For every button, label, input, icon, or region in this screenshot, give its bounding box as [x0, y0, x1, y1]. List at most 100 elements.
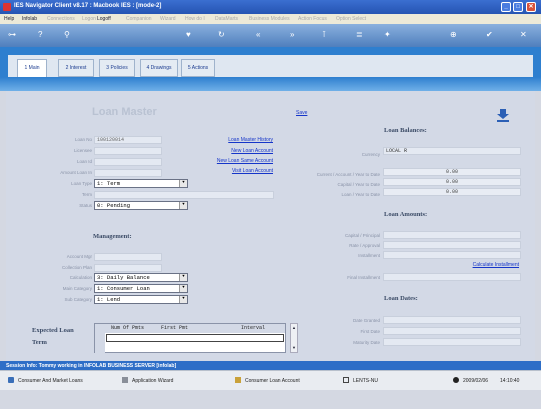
date-granted-field[interactable] [383, 316, 521, 324]
new-loan-account-link[interactable]: New Loan Account [186, 148, 273, 154]
download-icon[interactable] [496, 108, 510, 122]
loan-balances-heading: Loan Balances: [384, 127, 427, 134]
menu-item-how-do-i[interactable]: How do I [185, 16, 205, 22]
close-button[interactable]: ✕ [526, 2, 536, 12]
currency-label: Currency [361, 152, 380, 157]
tab-policies[interactable]: 3 Policies [99, 59, 135, 77]
installment-label: Installment [358, 253, 380, 258]
licensee-label: Licensee [73, 148, 92, 153]
capital-balance-value: 0.00 [383, 178, 521, 186]
status-select[interactable]: 0: Pending ▼ [94, 201, 188, 210]
main-category-label: Main Category [62, 286, 92, 291]
capital-balance-label: Capital / Year to Date [337, 182, 380, 187]
pin-icon[interactable]: ⊺ [322, 31, 326, 39]
currency-field[interactable]: LOCAL R [383, 147, 521, 155]
forward-icon[interactable]: » [290, 31, 294, 39]
amount-field[interactable] [94, 169, 162, 177]
minimize-button[interactable]: _ [501, 2, 511, 12]
collection-plan-label: Collection Plan [61, 265, 92, 270]
tab-interest[interactable]: 2 Interest [58, 59, 94, 77]
main-category-select[interactable]: 1: Consumer Loan ▼ [94, 284, 188, 293]
tools-icon[interactable]: ✦ [384, 31, 391, 39]
menu-item-wizard[interactable]: Wizard [160, 16, 176, 22]
loan-id-field[interactable] [94, 158, 162, 166]
chevron-down-icon[interactable]: ▼ [179, 274, 187, 281]
term-field[interactable] [94, 191, 274, 199]
taskbar-item-lents-nu[interactable]: LENTS-NU [353, 378, 378, 384]
row-selector[interactable] [95, 333, 105, 353]
sub-category-select[interactable]: 1: Lend ▼ [94, 295, 188, 304]
calculate-installment-link[interactable]: Calculate Installment [426, 262, 519, 268]
search-icon[interactable]: ⚲ [64, 31, 70, 39]
menu-item-logoff[interactable]: Logoff [97, 16, 111, 22]
menu-bar: Help Infolab Connections Logon Logoff Co… [0, 14, 541, 24]
check-icon[interactable]: ✔ [486, 31, 493, 39]
calculation-label: Calculation [69, 275, 92, 280]
first-date-field[interactable] [383, 327, 521, 335]
menu-item-logon[interactable]: Logon [82, 16, 96, 22]
taskbar-item-consumer-loan-account[interactable]: Consumer Loan Account [245, 378, 300, 384]
help-icon[interactable]: ? [38, 31, 42, 39]
rate-field[interactable] [383, 241, 521, 249]
header-accent-band [0, 77, 541, 91]
save-link[interactable]: Save [296, 110, 320, 116]
loan-type-label: Loan Type [71, 181, 92, 186]
new-loan-same-account-link[interactable]: New Loan Same Account [186, 158, 273, 164]
collection-plan-field[interactable] [94, 264, 162, 272]
final-installment-field[interactable] [383, 273, 521, 281]
menu-item-infolab[interactable]: Infolab [22, 16, 37, 22]
window-title-bar: IES Navigator Client v8.17 : Macbook IES… [0, 0, 541, 14]
loan-no-label: Loan No [74, 137, 92, 142]
final-installment-label: Final Installment [347, 275, 380, 280]
tab-drawings[interactable]: 4 Drawings [140, 59, 178, 77]
favorite-heart-icon[interactable]: ♥ [186, 31, 191, 39]
menu-item-connections[interactable]: Connections [47, 16, 75, 22]
menu-item-companion[interactable]: Companion [126, 16, 152, 22]
grid-scrollbar[interactable]: ▲ ▼ [290, 323, 298, 353]
loan-no-field[interactable]: 100120014 [94, 136, 162, 144]
menu-item-option-select[interactable]: Option Select [336, 16, 366, 22]
visit-loan-account-link[interactable]: Visit Loan Account [186, 168, 273, 174]
loan-master-history-link[interactable]: Loan Master History [186, 137, 273, 143]
grid-row-input[interactable] [106, 334, 284, 342]
maturity-date-field[interactable] [383, 338, 521, 346]
expected-term-header: Num Of Pmts First Pmt Interval [95, 324, 285, 333]
account-mgr-field[interactable] [94, 253, 162, 261]
chevron-down-icon[interactable]: ▼ [179, 180, 187, 187]
chevron-down-icon[interactable]: ▼ [179, 296, 187, 303]
taskbar-item-consumer-market-loans[interactable]: Consumer And Market Loans [18, 378, 83, 384]
tab-actions[interactable]: 5 Actions [181, 59, 215, 77]
app-icon [3, 3, 11, 11]
licensee-field[interactable] [94, 147, 162, 155]
menu-item-help[interactable]: Help [4, 16, 14, 22]
tab-main[interactable]: 1 Main [17, 59, 47, 77]
add-icon[interactable]: ⊕ [450, 31, 457, 39]
loan-type-select[interactable]: 1: Term ▼ [94, 179, 188, 188]
scroll-down-icon[interactable]: ▼ [292, 345, 296, 350]
account-mgr-label: Account Mgr [66, 254, 92, 259]
back-icon[interactable]: « [256, 31, 260, 39]
refresh-icon[interactable]: ↻ [218, 31, 225, 39]
first-date-label: First Date [360, 329, 380, 334]
account-icon [235, 377, 241, 383]
list-icon[interactable]: ≣ [356, 31, 363, 39]
menu-item-datamarts[interactable]: DataMarts [215, 16, 238, 22]
status-value: 0: Pending [97, 202, 131, 209]
management-heading: Management: [93, 233, 132, 240]
expected-loan-term-heading: Term [32, 339, 47, 346]
amount-label: Amount Loan In [60, 170, 92, 175]
menu-item-business-modules[interactable]: Business Modules [249, 16, 290, 22]
status-label: Status [79, 203, 92, 208]
taskbar-item-application-wizard[interactable]: Application Wizard [132, 378, 173, 384]
clock-icon [453, 377, 459, 383]
capital-principal-field[interactable] [383, 231, 521, 239]
chevron-down-icon[interactable]: ▼ [179, 285, 187, 292]
key-icon[interactable]: ⊶ [8, 31, 16, 39]
maximize-button[interactable]: □ [513, 2, 523, 12]
menu-item-action-focus[interactable]: Action Focus [298, 16, 327, 22]
cancel-icon[interactable]: ✕ [520, 31, 527, 39]
chevron-down-icon[interactable]: ▼ [179, 202, 187, 209]
calculation-select[interactable]: 3: Daily Balance ▼ [94, 273, 188, 282]
installment-field[interactable] [383, 251, 521, 259]
session-status-bar: Session Info: Tommy working in INFOLAB B… [0, 361, 541, 370]
